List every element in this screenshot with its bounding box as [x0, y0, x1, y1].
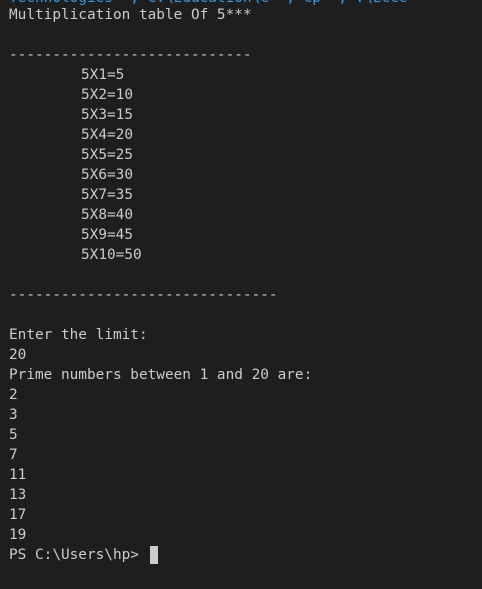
table-row: 5X8=40: [81, 207, 133, 223]
separator-line: ----------------------------: [9, 47, 252, 63]
limit-input-value: 20: [9, 347, 27, 363]
table-row: 5X2=10: [81, 87, 133, 103]
prime-value: 5: [9, 427, 18, 443]
prime-value: 3: [9, 407, 18, 423]
prime-value: 2: [9, 387, 18, 403]
prime-value: 13: [9, 487, 27, 503]
table-row: 5X9=45: [81, 227, 133, 243]
limit-prompt: Enter the limit:: [9, 327, 148, 343]
prime-value: 11: [9, 467, 27, 483]
table-row: 5X4=20: [81, 127, 133, 143]
separator-line: -------------------------------: [9, 287, 278, 303]
multiplication-heading: Multiplication table Of 5***: [9, 7, 252, 23]
table-row: 5X6=30: [81, 167, 133, 183]
shell-prompt: PS C:\Users\hp>: [9, 547, 148, 563]
prime-value: 17: [9, 507, 27, 523]
shell-prompt-line[interactable]: PS C:\Users\hp>: [9, 545, 158, 565]
prime-value: 7: [9, 447, 18, 463]
prime-value: 19: [9, 527, 27, 543]
table-row: 5X10=50: [81, 247, 142, 263]
primes-heading: Prime numbers between 1 and 20 are:: [9, 367, 313, 383]
block-cursor-icon: [149, 546, 158, 564]
table-row: 5X3=15: [81, 107, 133, 123]
table-row: 5X7=35: [81, 187, 133, 203]
table-row: 5X1=5: [81, 67, 125, 83]
terminal-output[interactable]: Technologies ; C:\Education\C ; Cp ; .\E…: [0, 0, 482, 589]
table-row: 5X5=25: [81, 147, 133, 163]
